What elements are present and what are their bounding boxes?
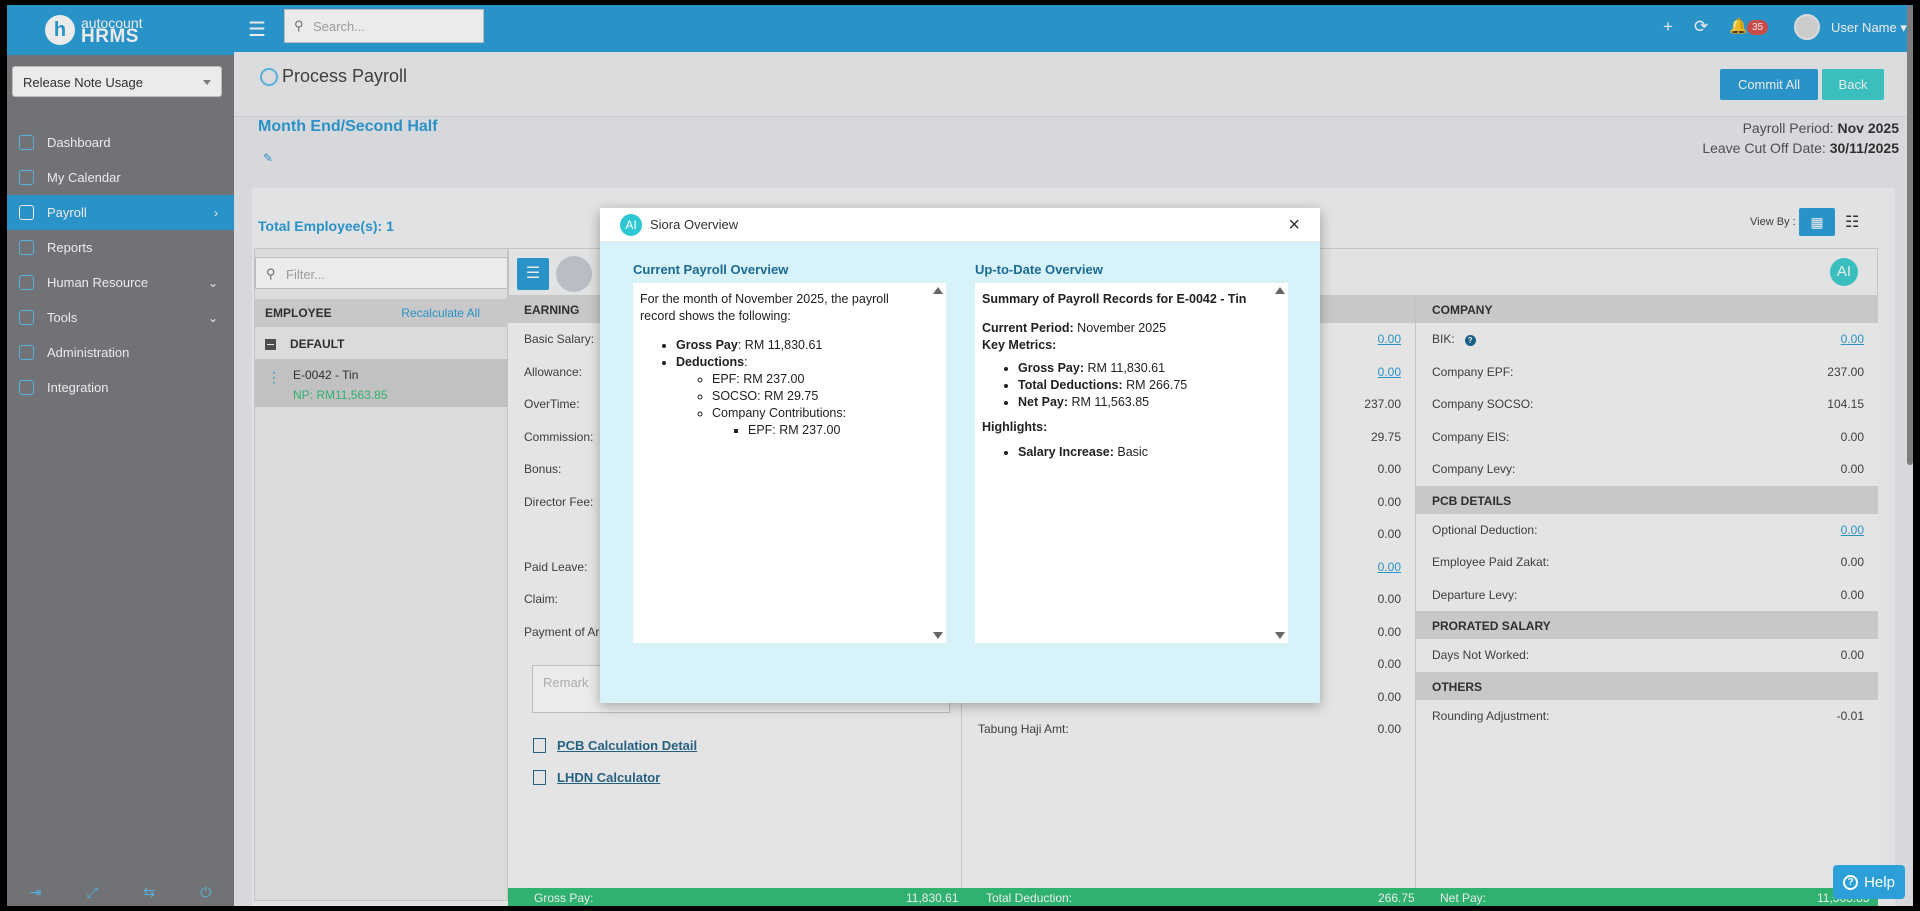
contrib-epf-item: EPF: RM 237.00 <box>748 422 924 439</box>
help-label: Help <box>1864 873 1895 891</box>
close-icon[interactable]: × <box>1288 214 1300 237</box>
scroll-up-icon[interactable] <box>933 287 943 294</box>
modal-header: AI Siora Overview × <box>600 208 1320 242</box>
current-period-line: Current Period: November 2025 <box>982 321 1167 335</box>
ai-icon: AI <box>620 213 642 236</box>
current-overview-pane[interactable]: For the month of November 2025, the payr… <box>633 283 946 643</box>
help-icon: ? <box>1843 874 1859 890</box>
siora-overview-modal: AI Siora Overview × Current Payroll Over… <box>600 208 1320 703</box>
key-metrics-heading: Key Metrics: <box>982 338 1057 352</box>
gross-pay-item: Gross Pay: RM 11,830.61 <box>676 337 924 354</box>
scroll-up-icon[interactable] <box>1275 287 1285 294</box>
current-overview-title: Current Payroll Overview <box>633 262 789 277</box>
km-deduction-item: Total Deductions: RM 266.75 <box>1018 377 1266 394</box>
overview-intro: For the month of November 2025, the payr… <box>640 292 889 323</box>
help-button[interactable]: ? Help <box>1833 865 1905 899</box>
summary-heading: Summary of Payroll Records for E-0042 - … <box>982 292 1247 306</box>
socso-item: SOCSO: RM 29.75 <box>712 388 924 405</box>
modal-title: Siora Overview <box>650 217 739 232</box>
uptodate-overview-title: Up-to-Date Overview <box>975 262 1103 277</box>
highlight-item: Salary Increase: Basic <box>1018 444 1266 461</box>
km-gross-item: Gross Pay: RM 11,830.61 <box>1018 360 1266 377</box>
km-net-item: Net Pay: RM 11,563.85 <box>1018 394 1266 411</box>
scroll-down-icon[interactable] <box>933 632 943 639</box>
uptodate-overview-pane[interactable]: Summary of Payroll Records for E-0042 - … <box>975 283 1288 643</box>
contrib-item: Company Contributions: EPF: RM 237.00 <box>712 405 924 439</box>
deductions-item: Deductions: EPF: RM 237.00 SOCSO: RM 29.… <box>676 354 924 439</box>
epf-item: EPF: RM 237.00 <box>712 371 924 388</box>
highlights-heading: Highlights: <box>982 420 1048 434</box>
scroll-down-icon[interactable] <box>1275 632 1285 639</box>
